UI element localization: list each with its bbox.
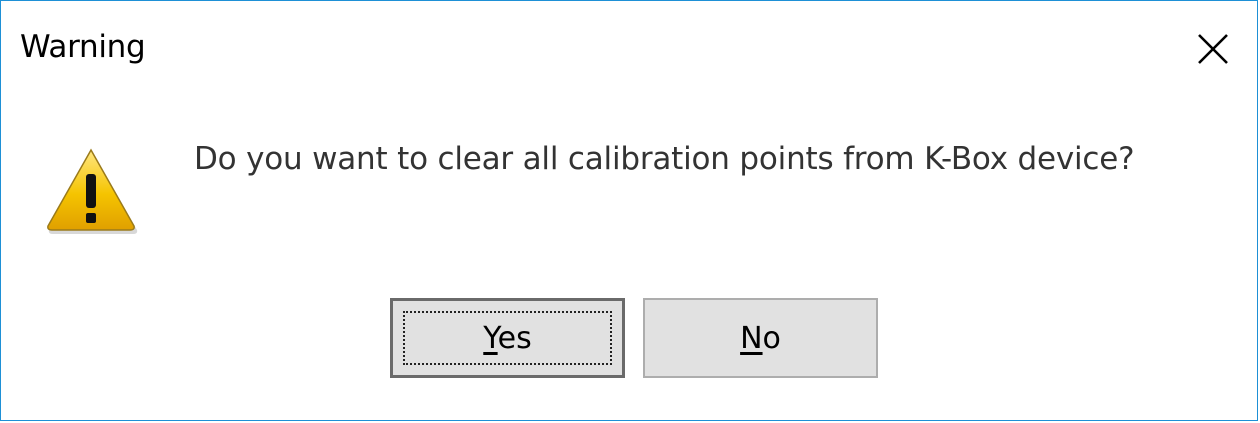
- no-label-rest: o: [762, 320, 781, 356]
- title-bar: Warning: [1, 1, 1257, 97]
- warning-icon: [41, 146, 141, 236]
- close-icon: [1198, 34, 1228, 64]
- dialog-message: Do you want to clear all calibration poi…: [194, 141, 1135, 177]
- yes-button[interactable]: Yes: [390, 298, 625, 378]
- no-mnemonic: N: [740, 320, 763, 356]
- warning-dialog: Warning Do you want to clear all calibra…: [0, 0, 1258, 421]
- yes-button-label: Yes: [483, 321, 531, 356]
- no-button-label: No: [740, 321, 781, 356]
- yes-label-rest: es: [497, 320, 532, 356]
- yes-mnemonic: Y: [483, 320, 498, 356]
- close-button[interactable]: [1191, 27, 1235, 71]
- dialog-title: Warning: [20, 29, 146, 65]
- no-button[interactable]: No: [643, 298, 878, 378]
